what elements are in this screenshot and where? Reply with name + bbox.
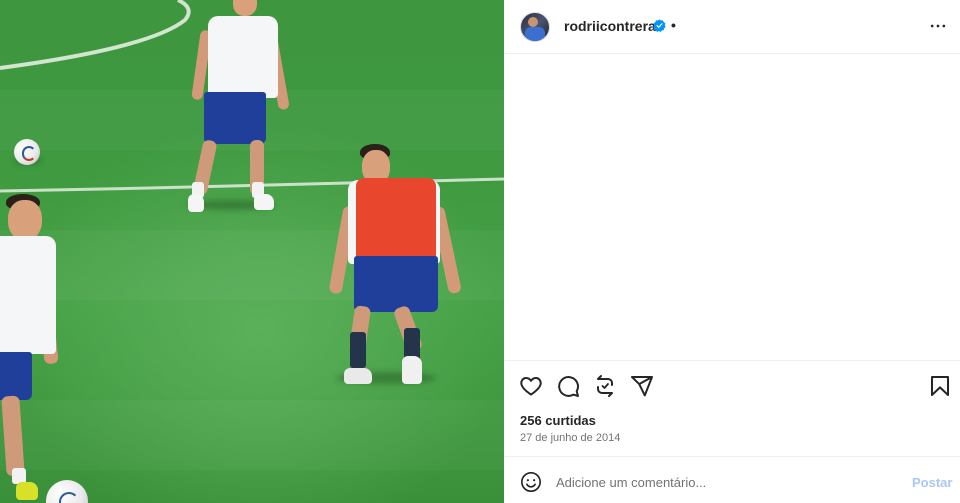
verified-badge-icon: [653, 19, 666, 32]
soccer-ball: [14, 139, 40, 165]
comment-input[interactable]: [556, 471, 886, 493]
repost-icon[interactable]: [593, 374, 617, 398]
post-comment-button[interactable]: Postar: [912, 475, 952, 490]
heart-icon[interactable]: [519, 374, 543, 398]
post-header: rodriicontreras •: [504, 0, 960, 54]
action-bar: [504, 362, 960, 410]
post-photo[interactable]: [0, 0, 504, 503]
emoji-smiley-icon[interactable]: [520, 471, 542, 493]
post-sidebar: rodriicontreras • 256 curtidas 27 de jun…: [504, 0, 960, 503]
likes-count[interactable]: 256 curtidas: [520, 413, 596, 428]
avatar[interactable]: [520, 12, 550, 42]
username-link[interactable]: rodriicontreras: [564, 18, 664, 34]
more-options-icon[interactable]: [928, 16, 948, 36]
share-send-icon[interactable]: [630, 374, 654, 398]
comment-composer: Postar: [504, 456, 960, 503]
comment-bubble-icon[interactable]: [556, 374, 580, 398]
bookmark-icon[interactable]: [928, 374, 952, 398]
comments-list[interactable]: [504, 55, 960, 361]
header-separator: •: [671, 17, 676, 33]
post-date[interactable]: 27 de junho de 2014: [520, 432, 620, 444]
